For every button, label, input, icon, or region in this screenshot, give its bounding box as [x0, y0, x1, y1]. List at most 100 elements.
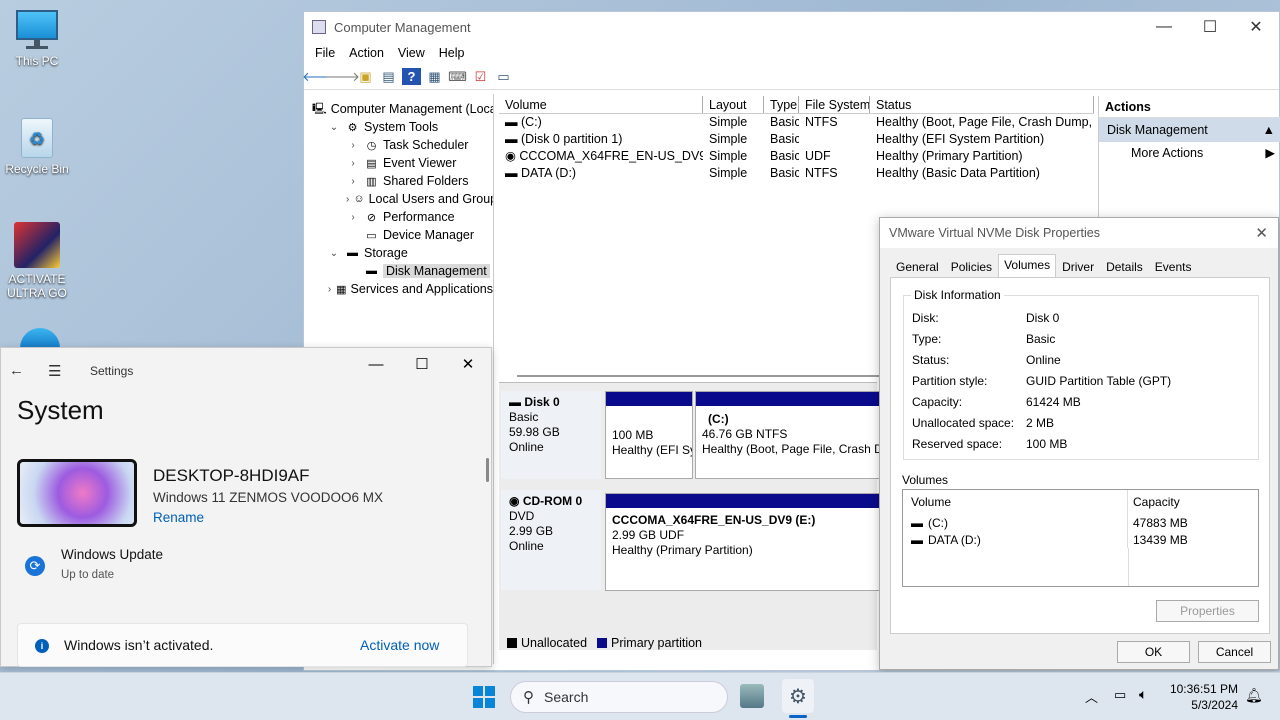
activate-now-link[interactable]: Activate now: [360, 637, 439, 653]
maximize-button[interactable]: ☐: [399, 348, 445, 380]
menu-file[interactable]: File: [308, 46, 342, 60]
column-header[interactable]: Type: [764, 96, 799, 113]
column-header[interactable]: Volume: [903, 490, 1128, 514]
action-disk-management[interactable]: Disk Management ▲: [1099, 118, 1280, 142]
performance-icon: ⊘: [366, 211, 377, 224]
taskbar-search[interactable]: ⚲ Search: [510, 681, 728, 713]
expand-toggle-icon[interactable]: ⌄: [327, 122, 341, 133]
table-row[interactable]: ▬ (Disk 0 partition 1) Simple Basic Healthy…: [499, 131, 1094, 148]
desktop-icon-this-pc[interactable]: This PC: [0, 10, 74, 68]
cancel-button[interactable]: Cancel: [1198, 641, 1271, 663]
computer-management-taskbar-icon[interactable]: [740, 684, 764, 708]
chevron-up-icon[interactable]: ︿: [1085, 687, 1098, 706]
table-cell: Simple: [709, 132, 748, 146]
volume-icon[interactable]: 🔈︎: [1139, 686, 1147, 703]
tree-item[interactable]: › ▥ Shared Folders: [304, 172, 493, 190]
expand-toggle-icon[interactable]: ›: [346, 158, 360, 169]
tab-events[interactable]: Events: [1149, 256, 1198, 278]
partition-e[interactable]: CCCOMA_X64FRE_EN-US_DV9 (E:) 2.99 GB UDF…: [605, 493, 885, 591]
network-icon[interactable]: ▭: [1114, 687, 1126, 703]
minimize-button[interactable]: —: [1141, 12, 1187, 42]
column-header[interactable]: Volume: [499, 96, 703, 113]
expand-toggle-icon[interactable]: ›: [346, 194, 349, 205]
cdrom-0-label[interactable]: ◉ CD-ROM 0 DVD 2.99 GB Online: [501, 490, 601, 590]
scrollbar[interactable]: [486, 458, 489, 482]
settings-gear-icon[interactable]: ⚙: [782, 679, 814, 713]
partition-name: (C:): [708, 412, 729, 426]
partition-size: 2.99 GB UDF: [612, 528, 685, 542]
tab-general[interactable]: General: [890, 256, 945, 278]
column-header[interactable]: Capacity: [1128, 495, 1180, 509]
tree-item[interactable]: › ▤ Event Viewer: [304, 154, 493, 172]
notification-bell-icon[interactable]: 🔔︎: [1245, 687, 1263, 704]
collapse-icon[interactable]: ▲: [1263, 118, 1275, 142]
close-icon[interactable]: ✕: [1255, 224, 1268, 242]
table-row[interactable]: ▬ DATA (D:) 13439 MB: [903, 531, 1258, 548]
close-button[interactable]: ✕: [445, 348, 491, 380]
tree-item[interactable]: › ⊘ Performance: [304, 208, 493, 226]
desktop-icon-recycle-bin[interactable]: ♻ Recycle Bin: [0, 118, 74, 176]
disk-0-label[interactable]: ▬ Disk 0 Basic 59.98 GB Online: [501, 391, 601, 479]
partition-efi[interactable]: 100 MB Healthy (EFI Sy: [605, 391, 693, 479]
table-row[interactable]: ▬ (C:) 47883 MB: [903, 514, 1258, 531]
properties-icon[interactable]: ▦: [425, 68, 444, 85]
tree-item[interactable]: ▭ Device Manager: [304, 226, 493, 244]
minimize-button[interactable]: —: [353, 348, 399, 380]
ok-button[interactable]: OK: [1117, 641, 1190, 663]
expand-toggle-icon[interactable]: ›: [346, 176, 360, 187]
disk-information-group: Disk Information Disk: Disk 0 Type: Basic St…: [903, 288, 1259, 460]
tree-item[interactable]: › ◷ Task Scheduler: [304, 136, 493, 154]
expand-toggle-icon[interactable]: ›: [346, 140, 360, 151]
menu-help[interactable]: Help: [432, 46, 472, 60]
expand-toggle-icon[interactable]: ›: [346, 212, 360, 223]
column-header[interactable]: File System: [799, 96, 870, 113]
tree-item[interactable]: 🖳 Computer Management (Local: [304, 100, 493, 118]
column-header[interactable]: Status: [870, 96, 1094, 113]
up-folder-icon[interactable]: ▣: [356, 68, 375, 85]
tab-driver[interactable]: Driver: [1056, 256, 1100, 278]
tab-details[interactable]: Details: [1100, 256, 1149, 278]
show-hide-tree-icon[interactable]: ▤: [379, 68, 398, 85]
tree-item[interactable]: ▬ Disk Management: [304, 262, 493, 280]
tree-item[interactable]: ⌄ ▬ Storage: [304, 244, 493, 262]
help-icon[interactable]: ?: [402, 68, 421, 85]
action-more-actions[interactable]: More Actions ▶: [1099, 142, 1280, 164]
back-arrow-icon[interactable]: ←: [9, 362, 24, 379]
menu-view[interactable]: View: [391, 46, 432, 60]
device-manager-icon: ▭: [366, 229, 377, 242]
column-header[interactable]: Layout: [703, 96, 764, 113]
hamburger-menu-icon[interactable]: ☰: [48, 362, 61, 380]
menu-action[interactable]: Action: [342, 46, 391, 60]
tree-item[interactable]: › ☺ Local Users and Groups: [304, 190, 493, 208]
windows-start-icon[interactable]: [473, 686, 495, 708]
table-cell: Basic: [770, 149, 799, 163]
maximize-button[interactable]: ☐: [1187, 12, 1233, 42]
tab-volumes[interactable]: Volumes: [998, 254, 1057, 278]
forward-arrow-icon[interactable]: 🡒: [325, 68, 360, 85]
connect-icon[interactable]: ⌨: [448, 68, 467, 85]
check-icon[interactable]: ☑: [471, 68, 490, 85]
rename-link[interactable]: Rename: [153, 510, 204, 525]
info-value: Basic: [1026, 332, 1056, 346]
expand-toggle-icon[interactable]: ›: [327, 284, 332, 295]
table-row[interactable]: ◉ CCCOMA_X64FRE_EN-US_DV9 (E:) Simple Basi…: [499, 148, 1094, 165]
windows-update-title[interactable]: Windows Update: [61, 547, 163, 562]
table-row[interactable]: ▬ DATA (D:) Simple Basic NTFS Healthy (Basic…: [499, 165, 1094, 182]
partition-size: 46.76 GB NTFS: [702, 427, 788, 441]
table-cell: Healthy (Boot, Page File, Crash Dump, Ba…: [876, 115, 1094, 129]
desktop-icon-label: ACTIVATE ULTRA GO: [7, 272, 67, 300]
table-row[interactable]: ▬ (C:) Simple Basic NTFS Healthy (Boot, Page…: [499, 114, 1094, 131]
desktop-icon-activate[interactable]: ACTIVATE ULTRA GO: [0, 222, 74, 300]
clock[interactable]: 10:36:51 PM 5/3/2024: [1166, 681, 1238, 713]
tab-policies[interactable]: Policies: [945, 256, 998, 278]
expand-toggle-icon[interactable]: ⌄: [327, 248, 341, 259]
close-button[interactable]: ✕: [1233, 12, 1279, 42]
properties-button[interactable]: Properties: [1156, 600, 1259, 622]
partition-c[interactable]: (C:) 46.76 GB NTFS Healthy (Boot, Page F…: [695, 391, 885, 479]
horizontal-scrollbar[interactable]: [517, 375, 887, 377]
tree-item[interactable]: › ▦ Services and Applications: [304, 280, 493, 298]
taskbar: ⚲ Search ⚙ ︿ ▭ 🔈︎ 10:36:51 PM 5/3/2024 🔔…: [0, 672, 1280, 720]
settings-view-icon[interactable]: ▭: [494, 68, 513, 85]
title-bar[interactable]: Computer Management: [304, 12, 1279, 42]
tree-item[interactable]: ⌄ ⚙ System Tools: [304, 118, 493, 136]
